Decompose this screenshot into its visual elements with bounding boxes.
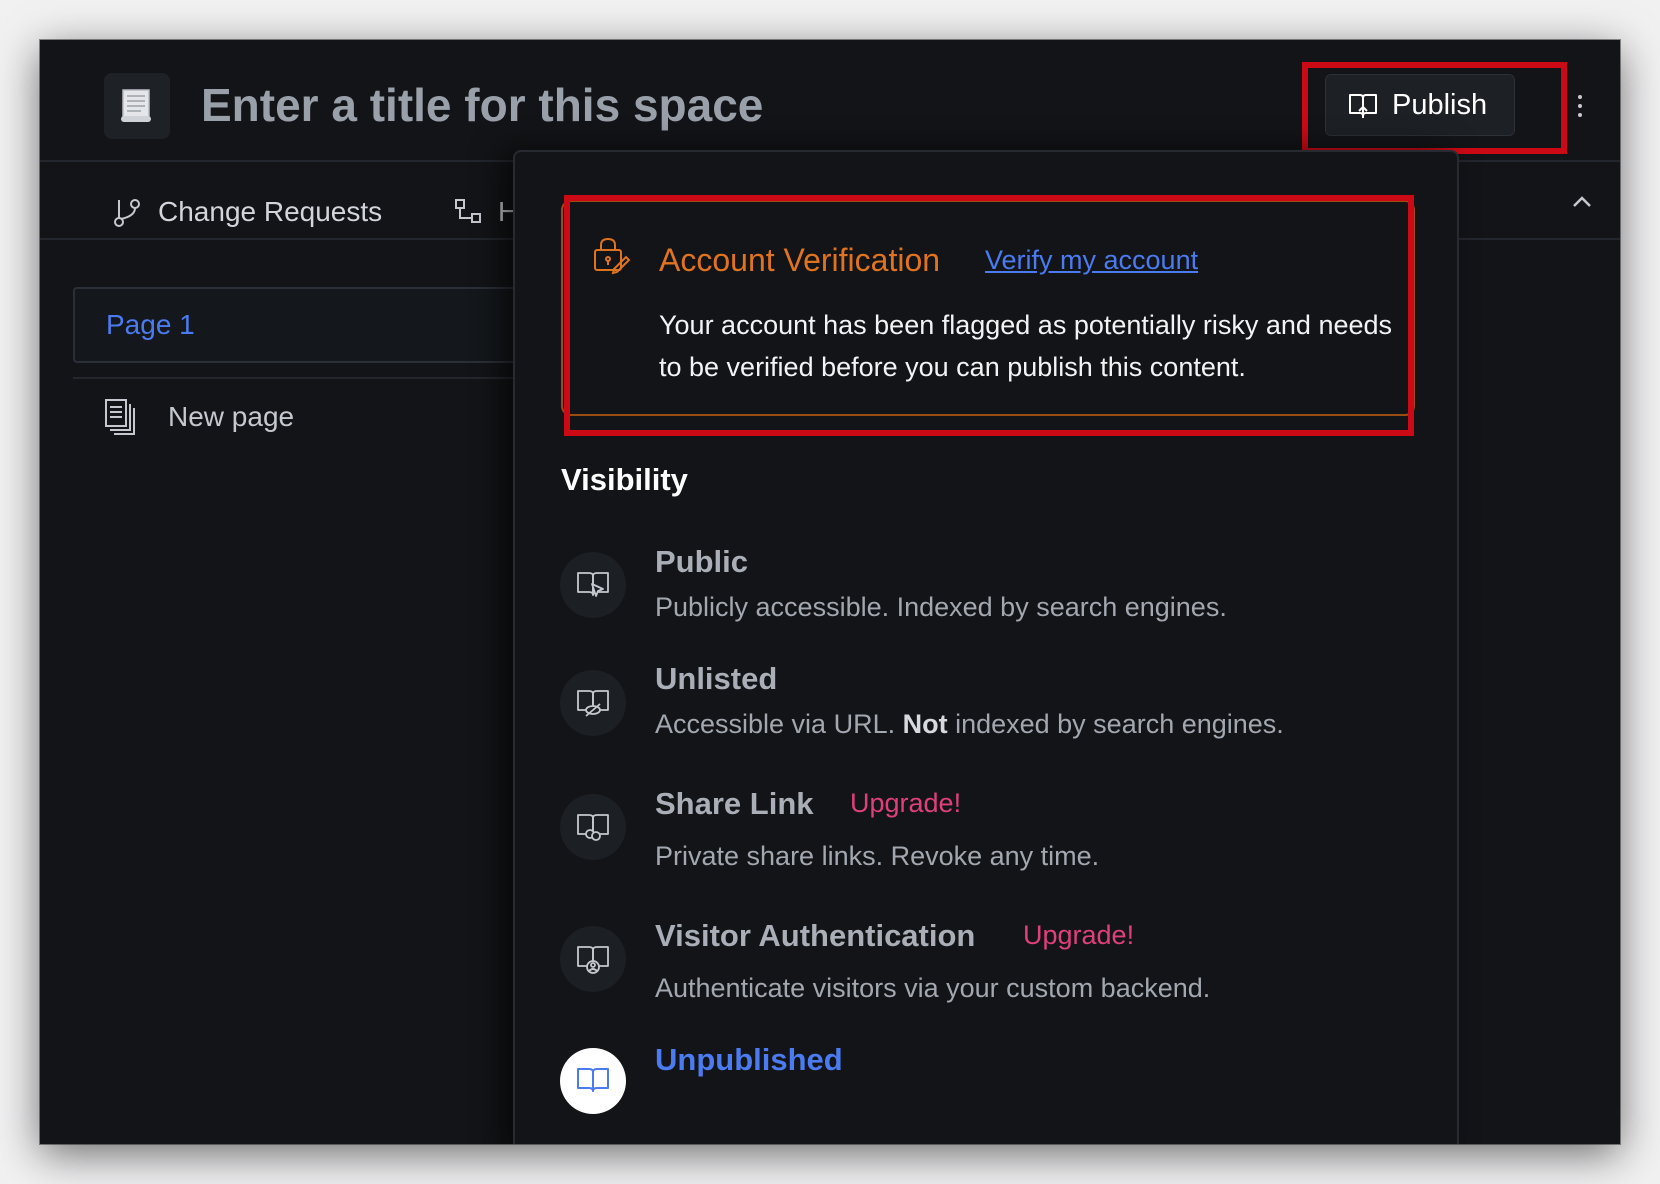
branch-icon xyxy=(114,199,140,227)
unpublished-title[interactable]: Unpublished xyxy=(655,1042,843,1078)
alert-message: Your account has been flagged as potenti… xyxy=(659,310,1393,382)
alert-title: Account Verification xyxy=(659,242,941,278)
space-emoji-button[interactable] xyxy=(104,73,170,139)
share-link-desc: Private share links. Revoke any time. xyxy=(655,841,1100,871)
visitor-auth-title[interactable]: Visitor Authentication xyxy=(655,918,975,954)
share-link-upgrade-badge[interactable]: Upgrade! xyxy=(850,788,961,819)
visibility-heading: Visibility xyxy=(561,462,688,497)
diagram-icon xyxy=(455,199,481,223)
sidebar-divider xyxy=(73,377,513,379)
tab-history[interactable]: H xyxy=(454,190,518,234)
unlisted-desc: Accessible via URL. Not indexed by searc… xyxy=(655,709,1284,740)
new-page-label: New page xyxy=(168,401,295,432)
book-upload-icon xyxy=(1349,94,1377,118)
publish-popover: Account Verification Verify my account Y… xyxy=(513,150,1459,1144)
visibility-option-unlisted[interactable] xyxy=(560,670,626,736)
pages-icon xyxy=(105,399,135,435)
public-desc: Publicly accessible. Indexed by search e… xyxy=(655,592,1227,622)
book-user-icon xyxy=(577,946,609,974)
publish-button[interactable]: Publish xyxy=(1325,74,1515,136)
visibility-option-visitor-auth[interactable] xyxy=(560,926,626,992)
tab-change-requests[interactable]: Change Requests xyxy=(112,190,382,234)
new-page-button[interactable]: New page xyxy=(104,397,294,437)
visibility-option-unpublished[interactable] xyxy=(560,1048,626,1114)
more-options-icon[interactable] xyxy=(1570,88,1590,124)
space-title-input[interactable]: Enter a title for this space xyxy=(201,74,763,136)
app-window: Enter a title for this space Publish Cha… xyxy=(40,40,1620,1144)
visitor-auth-desc: Authenticate visitors via your custom ba… xyxy=(655,973,1211,1003)
unlisted-desc-pre: Accessible via URL. xyxy=(655,709,903,739)
unlisted-desc-post: indexed by search engines. xyxy=(947,709,1284,739)
chevron-up-icon[interactable] xyxy=(1568,188,1596,216)
unlisted-title[interactable]: Unlisted xyxy=(655,661,777,697)
lock-edit-icon xyxy=(594,237,631,275)
account-verification-alert: Account Verification Verify my account Y… xyxy=(561,200,1415,416)
share-link-title[interactable]: Share Link xyxy=(655,786,814,822)
unlisted-desc-bold: Not xyxy=(902,709,948,739)
publish-label: Publish xyxy=(1392,88,1488,121)
scroll-emoji-icon xyxy=(121,89,151,122)
book-icon xyxy=(577,1068,609,1092)
verify-account-link[interactable]: Verify my account xyxy=(985,245,1198,276)
book-eye-off-icon xyxy=(577,690,609,717)
visibility-option-public[interactable] xyxy=(560,552,626,618)
page-label: Page 1 xyxy=(106,309,195,340)
visibility-option-share-link[interactable] xyxy=(560,794,626,860)
book-link-icon xyxy=(577,814,609,841)
public-title[interactable]: Public xyxy=(655,544,748,580)
book-cursor-icon xyxy=(577,572,609,597)
sidebar-item-page-1[interactable]: Page 1 xyxy=(73,287,513,363)
visitor-auth-upgrade-badge[interactable]: Upgrade! xyxy=(1023,920,1134,951)
tab-change-requests-label: Change Requests xyxy=(158,196,383,227)
